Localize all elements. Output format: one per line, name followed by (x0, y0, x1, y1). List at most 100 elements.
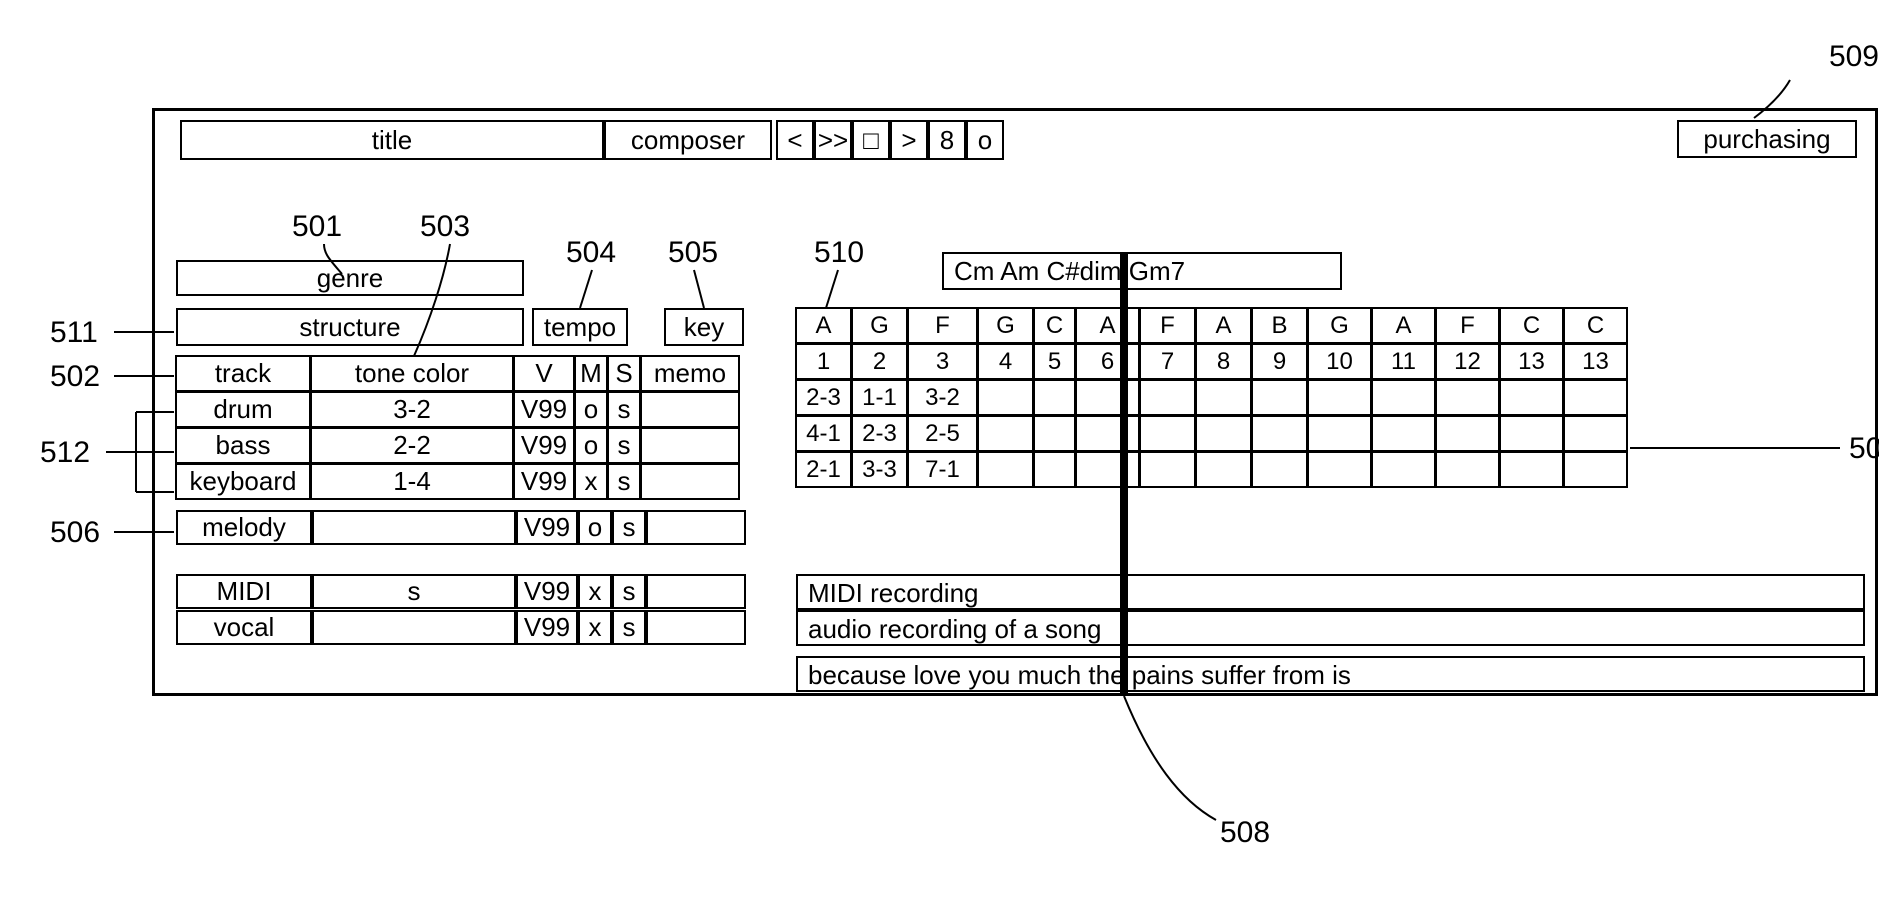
volume[interactable]: V99 (513, 391, 575, 428)
phrase-data-cell[interactable] (1435, 415, 1500, 452)
tone-color[interactable]: 1-4 (310, 463, 514, 500)
phrase-data-cell[interactable] (1251, 415, 1308, 452)
tone-color[interactable]: 3-2 (310, 391, 514, 428)
phrase-num-cell[interactable]: 12 (1435, 343, 1500, 380)
title-field[interactable]: title (180, 120, 604, 160)
volume[interactable]: V99 (516, 574, 578, 609)
phrase-data-cell[interactable] (1033, 415, 1076, 452)
solo-toggle[interactable]: s (607, 391, 641, 428)
phrase-data-cell[interactable] (1307, 379, 1372, 416)
vocal-row[interactable]: vocal V99 x s (176, 610, 746, 645)
purchasing-button[interactable]: purchasing (1677, 120, 1857, 158)
phrase-data-cell[interactable] (1139, 415, 1196, 452)
transport-stop-button[interactable]: □ (852, 120, 890, 160)
melody-row[interactable]: melody V99 o s (176, 510, 746, 545)
phrase-data-cell[interactable]: 3-3 (851, 451, 908, 488)
track-row[interactable]: drum 3-2 V99 o s (176, 392, 740, 428)
phrase-num-cell[interactable]: 1 (795, 343, 852, 380)
phrase-data-cell[interactable]: 2-1 (795, 451, 852, 488)
mute-toggle[interactable]: x (578, 610, 612, 645)
phrase-data-cell[interactable] (1307, 415, 1372, 452)
phrase-data-cell[interactable]: 1-1 (851, 379, 908, 416)
lyric-field[interactable]: because love you much the pains suffer f… (796, 656, 1865, 692)
solo-toggle[interactable]: s (607, 463, 641, 500)
transport-rec-button[interactable]: o (966, 120, 1004, 160)
phrase-grid[interactable]: AGFGCAFABGAFCC12345678910111213132-31-13… (796, 308, 1628, 488)
audio-recording-field[interactable]: audio recording of a song (796, 610, 1865, 646)
phrase-data-cell[interactable] (1307, 451, 1372, 488)
phrase-alpha-cell[interactable]: F (907, 307, 978, 344)
phrase-num-cell[interactable]: 10 (1307, 343, 1372, 380)
phrase-num-cell[interactable]: 13 (1563, 343, 1628, 380)
transport-prev-button[interactable]: < (776, 120, 814, 160)
tone-color[interactable]: 2-2 (310, 427, 514, 464)
memo-field[interactable] (646, 610, 746, 645)
phrase-alpha-cell[interactable]: G (1307, 307, 1372, 344)
phrase-data-cell[interactable]: 4-1 (795, 415, 852, 452)
memo-field[interactable] (640, 427, 740, 464)
phrase-alpha-cell[interactable]: F (1139, 307, 1196, 344)
mute-toggle[interactable]: o (574, 391, 608, 428)
phrase-alpha-cell[interactable]: C (1499, 307, 1564, 344)
phrase-data-cell[interactable]: 2-3 (795, 379, 852, 416)
track-row[interactable]: keyboard 1-4 V99 x s (176, 464, 740, 500)
track-row[interactable]: bass 2-2 V99 o s (176, 428, 740, 464)
tempo-field[interactable]: tempo (532, 308, 628, 346)
phrase-data-cell[interactable] (1075, 451, 1140, 488)
phrase-num-cell[interactable]: 11 (1371, 343, 1436, 380)
volume[interactable]: V99 (516, 510, 578, 545)
transport-play-button[interactable]: > (890, 120, 928, 160)
phrase-data-cell[interactable]: 2-3 (851, 415, 908, 452)
key-field[interactable]: key (664, 308, 744, 346)
phrase-data-cell[interactable] (1195, 379, 1252, 416)
phrase-data-cell[interactable] (1075, 415, 1140, 452)
phrase-data-cell[interactable] (1033, 451, 1076, 488)
phrase-data-cell[interactable] (1195, 451, 1252, 488)
phrase-alpha-cell[interactable]: B (1251, 307, 1308, 344)
phrase-alpha-cell[interactable]: A (1371, 307, 1436, 344)
phrase-alpha-cell[interactable]: F (1435, 307, 1500, 344)
phrase-data-cell[interactable] (1499, 451, 1564, 488)
phrase-num-cell[interactable]: 2 (851, 343, 908, 380)
phrase-num-cell[interactable]: 13 (1499, 343, 1564, 380)
solo-toggle[interactable]: s (612, 574, 646, 609)
phrase-num-cell[interactable]: 5 (1033, 343, 1076, 380)
midi-recording-field[interactable]: MIDI recording (796, 574, 1865, 610)
phrase-data-cell[interactable] (1033, 379, 1076, 416)
phrase-alpha-cell[interactable]: A (795, 307, 852, 344)
volume[interactable]: V99 (516, 610, 578, 645)
phrase-num-cell[interactable]: 9 (1251, 343, 1308, 380)
memo-field[interactable] (646, 574, 746, 609)
phrase-data-cell[interactable] (1195, 415, 1252, 452)
transport-value[interactable]: 8 (928, 120, 966, 160)
volume[interactable]: V99 (513, 427, 575, 464)
phrase-alpha-cell[interactable]: A (1075, 307, 1140, 344)
phrase-data-cell[interactable] (1563, 379, 1628, 416)
phrase-alpha-cell[interactable]: C (1033, 307, 1076, 344)
phrase-alpha-cell[interactable]: G (977, 307, 1034, 344)
phrase-alpha-cell[interactable]: G (851, 307, 908, 344)
tone-color[interactable] (312, 610, 516, 645)
volume[interactable]: V99 (513, 463, 575, 500)
phrase-data-cell[interactable] (1563, 415, 1628, 452)
phrase-data-cell[interactable] (977, 379, 1034, 416)
solo-toggle[interactable]: s (612, 610, 646, 645)
solo-toggle[interactable]: s (612, 510, 646, 545)
phrase-data-cell[interactable] (1499, 379, 1564, 416)
mute-toggle[interactable]: x (578, 574, 612, 609)
phrase-data-cell[interactable] (1563, 451, 1628, 488)
phrase-num-cell[interactable]: 4 (977, 343, 1034, 380)
mute-toggle[interactable]: o (578, 510, 612, 545)
midi-row[interactable]: MIDI s V99 x s (176, 574, 746, 609)
phrase-num-cell[interactable]: 8 (1195, 343, 1252, 380)
phrase-alpha-cell[interactable]: A (1195, 307, 1252, 344)
phrase-num-cell[interactable]: 3 (907, 343, 978, 380)
phrase-data-cell[interactable] (1139, 379, 1196, 416)
phrase-data-cell[interactable] (1251, 451, 1308, 488)
phrase-data-cell[interactable] (1371, 379, 1436, 416)
phrase-data-cell[interactable] (1435, 379, 1500, 416)
phrase-data-cell[interactable] (1499, 415, 1564, 452)
mute-toggle[interactable]: o (574, 427, 608, 464)
transport-ff-button[interactable]: >> (814, 120, 852, 160)
phrase-data-cell[interactable]: 3-2 (907, 379, 978, 416)
